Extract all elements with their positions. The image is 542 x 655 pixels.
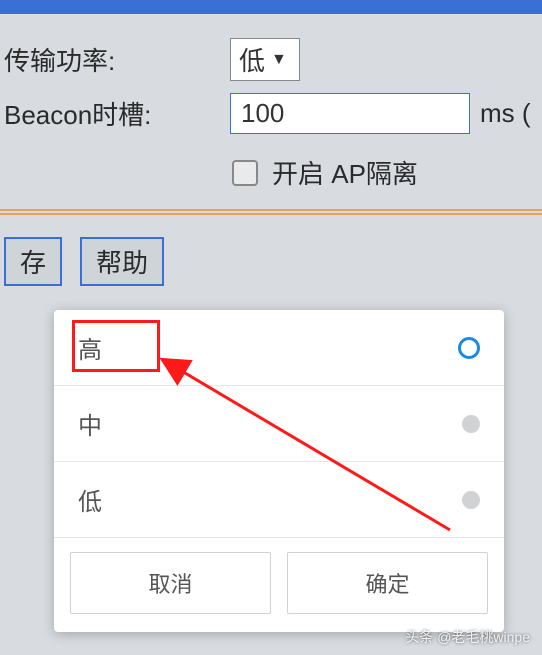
radio-selected-icon (458, 337, 480, 359)
radio-unselected-icon (462, 491, 480, 509)
settings-form: 传输功率: 低 ▼ Beacon时槽: ms ( 开启 AP隔离 存 帮助 (0, 14, 542, 286)
option-label: 高 (78, 330, 102, 365)
tx-power-row: 传输功率: 低 ▼ (0, 32, 542, 87)
option-low[interactable]: 低 (54, 462, 504, 538)
confirm-button[interactable]: 确定 (287, 552, 488, 614)
popup-button-row: 取消 确定 (54, 538, 504, 632)
option-medium[interactable]: 中 (54, 386, 504, 462)
option-label: 低 (78, 482, 102, 517)
tx-power-value: 低 (239, 41, 265, 78)
save-button[interactable]: 存 (4, 237, 62, 286)
window-title-bar (0, 0, 542, 14)
beacon-row: Beacon时槽: ms ( (0, 87, 542, 140)
tx-power-select[interactable]: 低 ▼ (230, 38, 300, 81)
option-high[interactable]: 高 (54, 310, 504, 386)
radio-unselected-icon (462, 415, 480, 433)
option-label: 中 (78, 406, 102, 441)
ap-isolation-row: 开启 AP隔离 (0, 140, 542, 209)
ap-isolation-checkbox[interactable] (232, 160, 258, 186)
tx-power-label: 传输功率: (0, 41, 230, 78)
divider (0, 209, 542, 211)
chevron-down-icon: ▼ (271, 51, 287, 69)
beacon-input[interactable] (230, 93, 470, 134)
beacon-unit: ms ( (480, 98, 531, 129)
help-button[interactable]: 帮助 (80, 237, 164, 286)
beacon-label: Beacon时槽: (0, 95, 230, 132)
option-popup: 高 中 低 取消 确定 (54, 310, 504, 632)
cancel-button[interactable]: 取消 (70, 552, 271, 614)
watermark: 头条 @老毛桃winpe (405, 627, 530, 647)
ap-isolation-label: 开启 AP隔离 (272, 154, 418, 191)
action-buttons: 存 帮助 (0, 215, 542, 286)
